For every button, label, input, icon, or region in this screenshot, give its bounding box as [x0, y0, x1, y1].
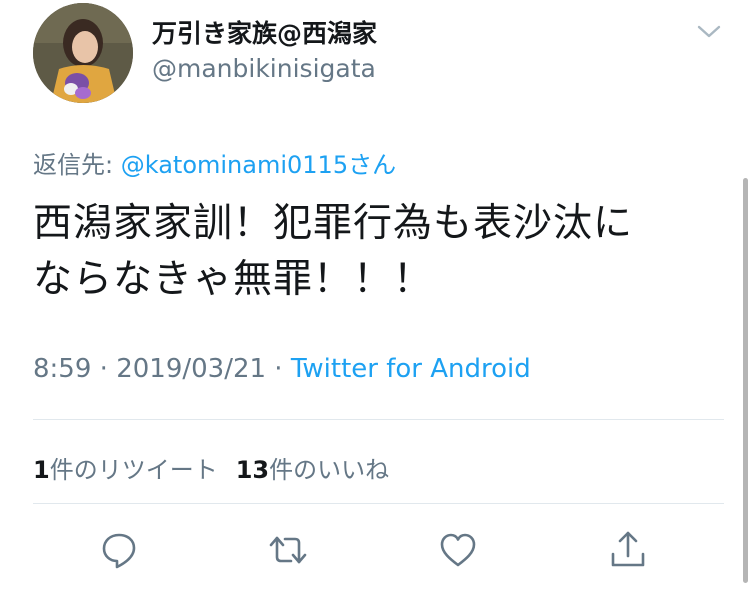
tweet-meta: 8:59 · 2019/03/21 · Twitter for Android: [33, 354, 531, 384]
like-count: 13: [235, 456, 270, 484]
retweet-icon[interactable]: [268, 530, 308, 570]
scrollbar[interactable]: [743, 178, 748, 583]
retweet-count: 1: [33, 456, 50, 484]
like-stat[interactable]: 13件のいいね: [236, 456, 389, 484]
tweet-text: 西潟家家訓！犯罪行為も表沙汰に ならなきゃ無罪！！！: [33, 196, 723, 308]
meta-separator: ·: [91, 354, 117, 384]
reply-icon[interactable]: [99, 530, 139, 570]
tweet-source-link[interactable]: Twitter for Android: [291, 354, 531, 384]
divider: [33, 419, 724, 420]
reply-mention-link[interactable]: @katominami0115さん: [121, 151, 396, 179]
tweet-text-line: 西潟家家訓！犯罪行為も表沙汰に: [33, 201, 634, 246]
display-name[interactable]: 万引き家族@西潟家: [152, 14, 377, 50]
like-label: 件のいいね: [269, 456, 390, 484]
tweet-stats: 1件のリツイート 13件のいいね: [33, 450, 389, 485]
user-handle[interactable]: @manbikinisigata: [152, 54, 376, 83]
tweet-time: 8:59: [33, 354, 92, 384]
heart-icon[interactable]: [438, 530, 478, 570]
retweet-stat[interactable]: 1件のリツイート: [33, 456, 218, 484]
replying-to-label: 返信先:: [33, 151, 121, 179]
meta-separator: ·: [266, 354, 291, 384]
avatar-photo: [33, 3, 133, 103]
chevron-down-icon[interactable]: [696, 24, 722, 40]
share-icon[interactable]: [608, 530, 648, 570]
replying-to: 返信先: @katominami0115さん: [33, 145, 396, 180]
tweet-text-line: ならなきゃ無罪！！！: [33, 257, 434, 302]
retweet-label: 件のリツイート: [49, 456, 218, 484]
divider: [33, 503, 724, 504]
tweet-date: 2019/03/21: [116, 354, 267, 384]
avatar[interactable]: [33, 3, 133, 103]
